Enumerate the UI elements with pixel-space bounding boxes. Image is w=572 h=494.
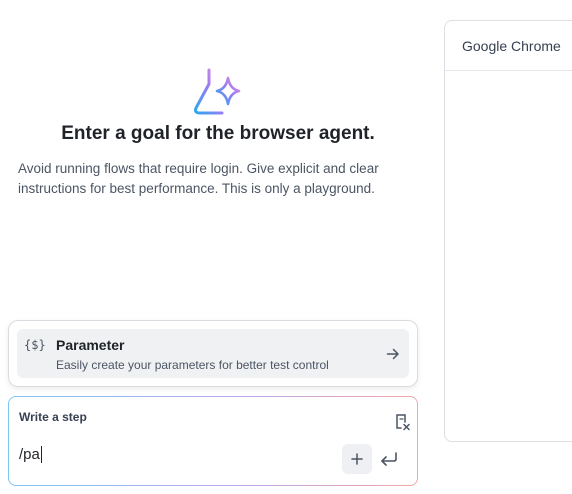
step-input-field[interactable]: /pa [19,446,42,463]
command-suggestion-popup: {$} Parameter Easily create your paramet… [8,320,418,387]
page-description: Avoid running flows that require login. … [18,161,379,196]
suggestion-subtitle: Easily create your parameters for better… [56,358,329,372]
plus-icon [351,453,363,465]
parameter-icon: {$} [24,338,46,352]
enter-icon[interactable] [379,450,399,468]
browser-preview-panel: Google Chrome [444,20,572,442]
step-input-label: Write a step [19,410,87,424]
clear-format-icon[interactable] [392,412,412,432]
step-input-value: /pa [19,446,40,463]
flask-sparkle-icon [194,67,241,115]
suggestion-item-parameter[interactable]: {$} Parameter Easily create your paramet… [17,329,409,378]
arrow-right-icon [386,348,399,360]
add-button[interactable] [342,444,372,474]
page-title: Enter a goal for the browser agent. [61,123,375,144]
browser-header: Google Chrome [445,21,572,71]
suggestion-title: Parameter [56,337,125,353]
browser-title: Google Chrome [462,37,561,54]
text-caret [40,446,42,463]
step-input-box[interactable]: Write a step /pa [8,396,418,486]
